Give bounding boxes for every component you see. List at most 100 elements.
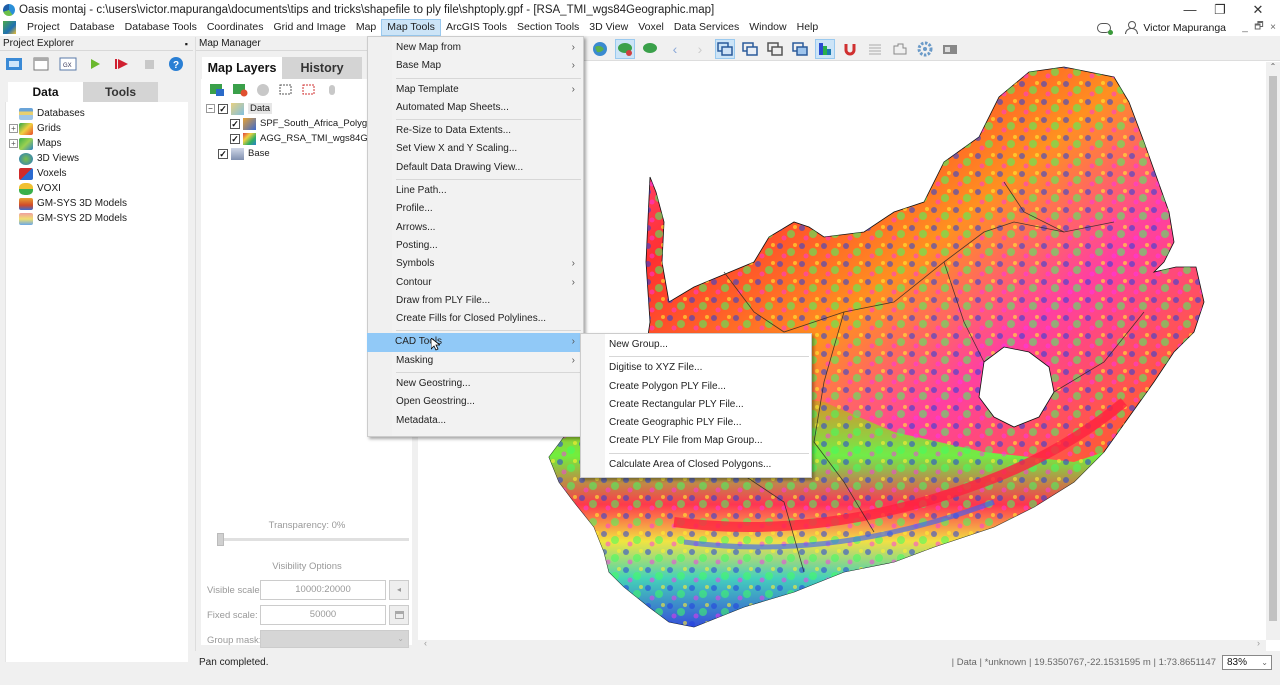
mdi-minimize-button[interactable]: _: [1238, 22, 1252, 33]
settings-icon[interactable]: [915, 39, 935, 59]
menu-grid-and-image[interactable]: Grid and Image: [268, 19, 350, 36]
menu-item-new-geostring[interactable]: New Geostring...: [368, 375, 583, 393]
menu-item-new-map-from[interactable]: New Map from ›: [368, 39, 583, 57]
stop-icon[interactable]: [139, 54, 159, 74]
menu-arcgis-tools[interactable]: ArcGIS Tools: [441, 19, 512, 36]
mdi-restore-button[interactable]: 🗗: [1252, 19, 1266, 36]
tree-item-gmsys-2d[interactable]: GM-SYS 2D Models: [6, 211, 188, 226]
select-region-icon[interactable]: [300, 81, 318, 99]
close-button[interactable]: ✕: [1240, 0, 1276, 19]
view-1-icon[interactable]: [715, 38, 735, 59]
cloud-sync-icon[interactable]: [1097, 22, 1114, 35]
vertical-scrollbar[interactable]: ⌃: [1266, 62, 1280, 640]
menu-database[interactable]: Database: [65, 19, 120, 36]
menu-item-set-view-scaling[interactable]: Set View X and Y Scaling...: [368, 140, 583, 158]
user-icon[interactable]: [1125, 21, 1139, 34]
pin-icon[interactable]: ▪: [185, 37, 188, 51]
tree-item-databases[interactable]: Databases: [6, 106, 188, 121]
colour-bar-icon[interactable]: [815, 38, 835, 59]
user-name[interactable]: Victor Mapuranga: [1143, 22, 1226, 34]
view-3-icon[interactable]: [765, 39, 785, 59]
menu-item-create-ply-from-group[interactable]: Create PLY File from Map Group...: [581, 432, 811, 450]
shape-icon[interactable]: [890, 39, 910, 59]
visible-scale-field[interactable]: 10000:20000: [260, 580, 386, 600]
record-icon[interactable]: [112, 54, 132, 74]
forward-icon[interactable]: ›: [690, 39, 710, 59]
menu-section-tools[interactable]: Section Tools: [512, 19, 584, 36]
scroll-up-icon[interactable]: ⌃: [1266, 62, 1280, 71]
menu-item-default-data-drawing-view[interactable]: Default Data Drawing View...: [368, 159, 583, 177]
tree-item-grids[interactable]: + Grids: [6, 121, 188, 136]
tab-data[interactable]: Data: [8, 82, 83, 102]
menu-item-create-fills[interactable]: Create Fills for Closed Polylines...: [368, 310, 583, 328]
menu-coordinates[interactable]: Coordinates: [202, 19, 269, 36]
map-sync-icon[interactable]: [640, 39, 660, 59]
view-2-icon[interactable]: [740, 39, 760, 59]
tree-item-gmsys-3d[interactable]: GM-SYS 3D Models: [6, 196, 188, 211]
layer-checkbox[interactable]: ✓: [230, 133, 240, 144]
menu-item-cad-tools[interactable]: CAD Tools ›: [367, 333, 583, 352]
list-icon[interactable]: [865, 39, 885, 59]
tab-map-layers[interactable]: Map Layers: [202, 57, 282, 79]
magnet-icon[interactable]: [840, 39, 860, 59]
menu-item-base-map[interactable]: Base Map ›: [368, 57, 583, 75]
tree-item-voxi[interactable]: VOXI: [6, 181, 188, 196]
menu-item-automated-map-sheets[interactable]: Automated Map Sheets...: [368, 99, 583, 117]
menu-item-open-geostring[interactable]: Open Geostring...: [368, 393, 583, 411]
menu-item-masking[interactable]: Masking ›: [368, 352, 583, 370]
map-link-icon[interactable]: [615, 38, 635, 59]
menu-item-profile[interactable]: Profile...: [368, 200, 583, 218]
restore-button[interactable]: ❐: [1202, 0, 1238, 19]
layer-checkbox[interactable]: ✓: [218, 148, 228, 159]
tree-item-3d-views[interactable]: 3D Views: [6, 151, 188, 166]
run-icon[interactable]: [85, 54, 105, 74]
fixed-scale-field[interactable]: 50000: [260, 605, 386, 625]
menu-item-create-polygon-ply[interactable]: Create Polygon PLY File...: [581, 378, 811, 396]
menu-item-create-rectangular-ply[interactable]: Create Rectangular PLY File...: [581, 396, 811, 414]
transparency-slider[interactable]: [217, 538, 409, 541]
menu-data-services[interactable]: Data Services: [669, 19, 744, 36]
menu-item-map-template[interactable]: Map Template ›: [368, 81, 583, 99]
menu-item-symbols[interactable]: Symbols ›: [368, 255, 583, 273]
back-icon[interactable]: ‹: [665, 39, 685, 59]
menu-item-digitise-xyz[interactable]: Digitise to XYZ File...: [581, 359, 811, 377]
mdi-close-button[interactable]: ×: [1266, 22, 1280, 33]
menu-item-calculate-area[interactable]: Calculate Area of Closed Polygons...: [581, 456, 811, 474]
horizontal-scrollbar[interactable]: ‹ ›: [418, 638, 1266, 651]
layer-checkbox[interactable]: ✓: [218, 103, 228, 114]
menu-database-tools[interactable]: Database Tools: [120, 19, 202, 36]
menu-3d-view[interactable]: 3D View: [584, 19, 633, 36]
tree-item-voxels[interactable]: Voxels: [6, 166, 188, 181]
pan-hand-icon[interactable]: [323, 81, 341, 99]
globe-icon[interactable]: [590, 39, 610, 59]
menu-item-draw-from-ply[interactable]: Draw from PLY File...: [368, 292, 583, 310]
set-fixed-scale-button[interactable]: [389, 605, 409, 625]
open-project-icon[interactable]: [4, 54, 24, 74]
group-mask-select[interactable]: ⌄: [260, 630, 409, 648]
help-icon[interactable]: ?: [166, 54, 186, 74]
menu-map-tools[interactable]: Map Tools: [381, 19, 441, 36]
menu-window[interactable]: Window: [744, 19, 791, 36]
scroll-left-icon[interactable]: ‹: [424, 638, 427, 648]
menu-item-arrows[interactable]: Arrows...: [368, 219, 583, 237]
window-icon[interactable]: [31, 54, 51, 74]
layer-checkbox[interactable]: ✓: [230, 118, 240, 129]
menu-project[interactable]: Project: [22, 19, 65, 36]
tree-item-maps[interactable]: + Maps: [6, 136, 188, 151]
transparency-slider-thumb[interactable]: [217, 533, 224, 546]
select-extents-icon[interactable]: [277, 81, 295, 99]
menu-map[interactable]: Map: [351, 19, 381, 36]
snapshot-icon[interactable]: [940, 39, 960, 59]
group-icon[interactable]: [254, 81, 272, 99]
menu-item-metadata[interactable]: Metadata...: [368, 412, 583, 430]
gx-script-icon[interactable]: GX: [58, 54, 78, 74]
menu-item-line-path[interactable]: Line Path...: [368, 182, 583, 200]
menu-item-posting[interactable]: Posting...: [368, 237, 583, 255]
add-layer-icon[interactable]: [231, 81, 249, 99]
save-layer-icon[interactable]: [208, 81, 226, 99]
menu-help[interactable]: Help: [792, 19, 824, 36]
expand-icon[interactable]: +: [9, 139, 18, 148]
tab-history[interactable]: History: [282, 57, 362, 79]
tab-tools[interactable]: Tools: [83, 82, 158, 102]
vertical-scroll-thumb[interactable]: [1269, 76, 1277, 621]
